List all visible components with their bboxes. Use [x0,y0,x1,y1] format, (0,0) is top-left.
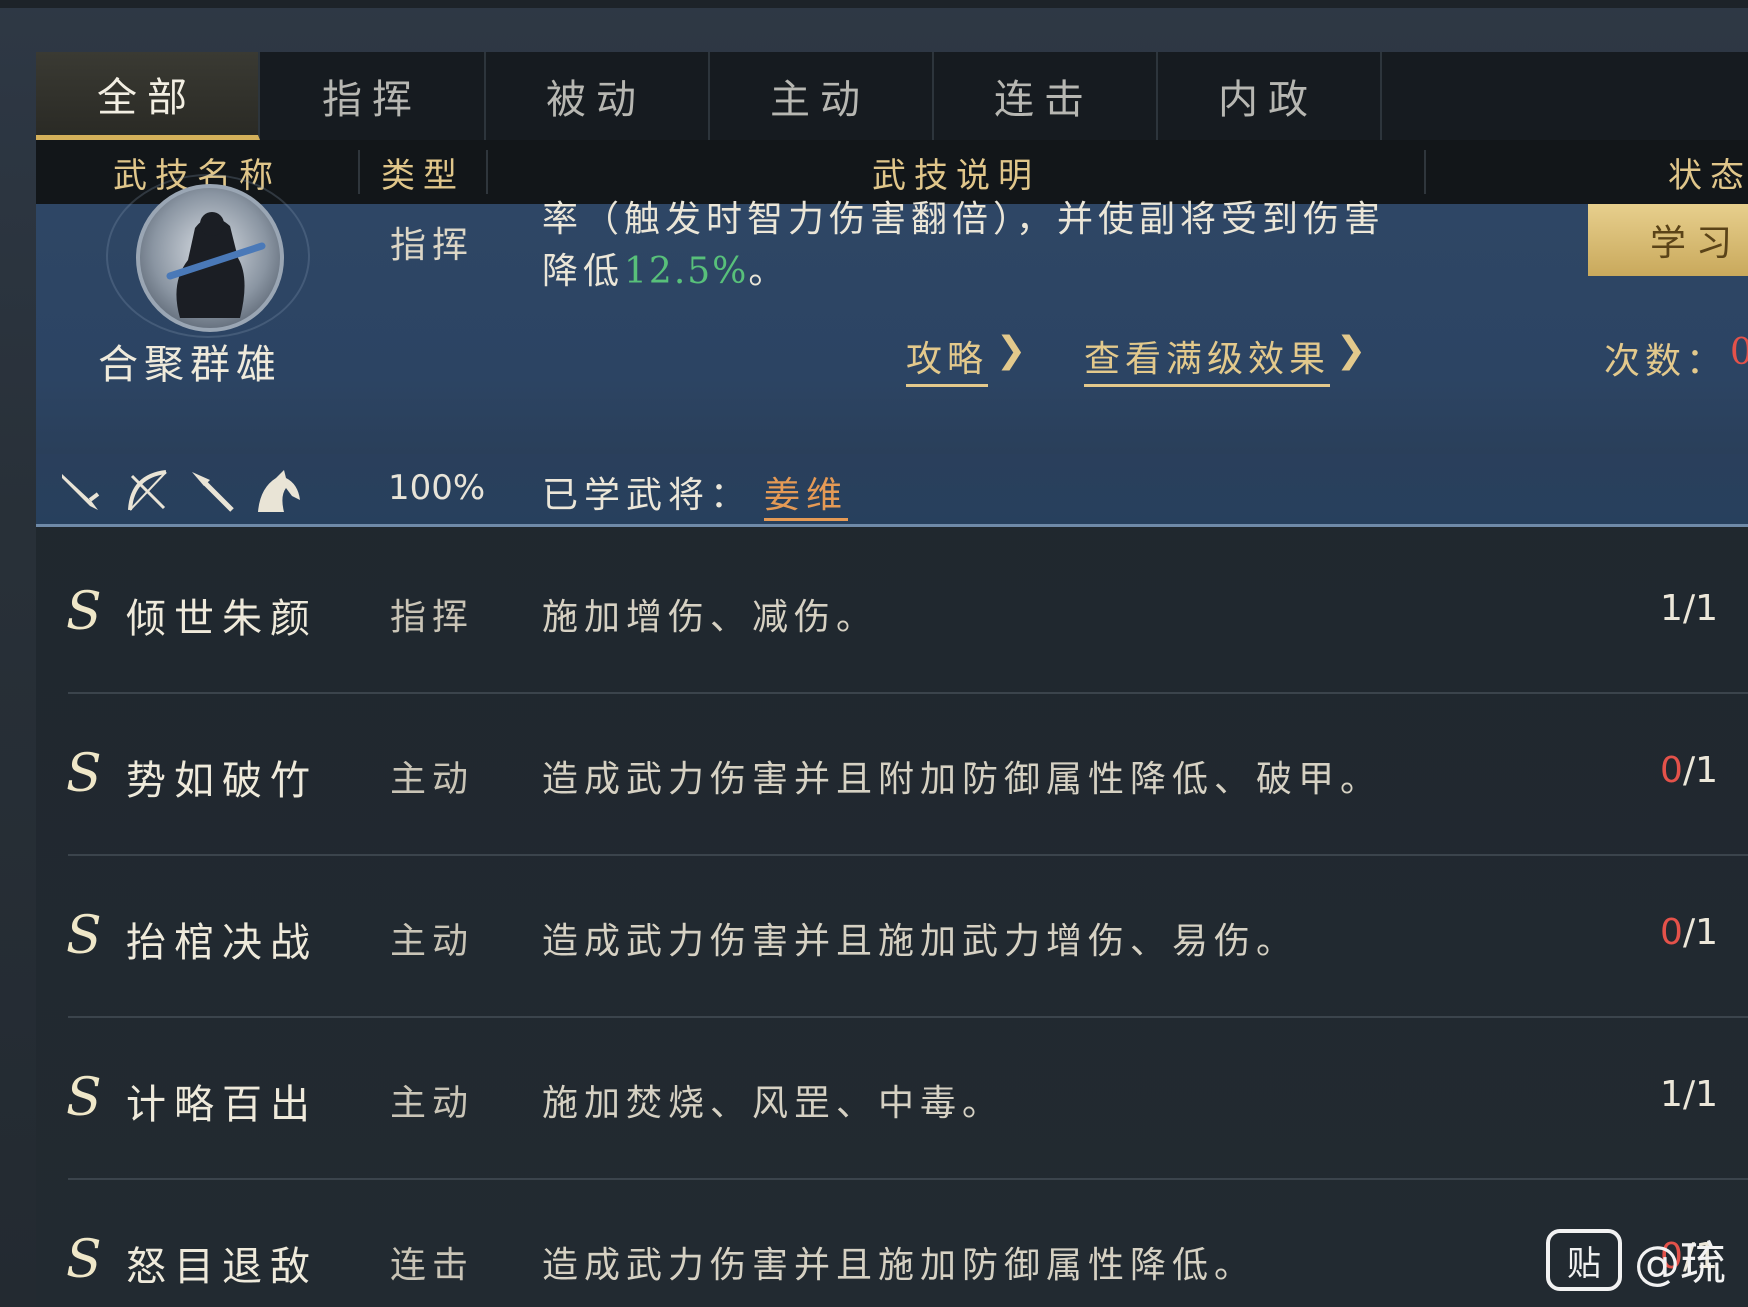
skill-row[interactable]: S 计略百出 主动 施加焚烧、风罡、中毒。 1/1 [36,1020,1748,1180]
tab-combo[interactable]: 连击 [932,52,1158,140]
learned-general-link[interactable]: 姜维 [764,466,849,521]
skill-description: 造成武力伤害并且施加武力增伤、易伤。 [542,921,1299,962]
skill-type: 连击 [390,1245,475,1286]
spear-icon [192,472,234,512]
highlight-value: 12.5% [624,251,749,292]
learn-button[interactable]: 学习 [1588,204,1748,276]
skill-emblem [66,174,310,344]
watermark: 贴 @琉 [1546,1227,1726,1293]
grade-badge: S [66,906,102,966]
selected-skill-type: 指挥 [390,225,475,266]
top-bar [0,0,1748,8]
watermark-handle: @琉 [1634,1236,1726,1290]
skill-name: 怒目退敌 [126,1244,318,1290]
skill-row[interactable]: S 怒目退敌 连击 造成武力伤害并且施加防御属性降低。 0/1 [36,1182,1748,1307]
row-divider [68,692,1748,694]
row-divider [68,854,1748,856]
tab-internal[interactable]: 内政 [1156,52,1382,140]
skill-status: 1/1 [1660,1074,1718,1115]
skill-panel: 全部 指挥 被动 主动 连击 内政 武技名称 类型 武技说明 状态 合聚群雄 指… [36,52,1748,1307]
chevron-right-icon: ❯ [1336,330,1367,371]
skill-name: 抬棺决战 [126,920,318,966]
selected-skill-row[interactable]: 合聚群雄 指挥 率（触发时智力伤害翻倍），并使副将受到伤害 降低12.5%。 学… [36,174,1748,454]
skill-row[interactable]: S 势如破竹 主动 造成武力伤害并且附加防御属性降低、破甲。 0/1 [36,696,1748,856]
skill-status: 1/1 [1660,588,1718,629]
horse-icon [258,470,300,512]
skill-description: 造成武力伤害并且附加防御属性降低、破甲。 [542,759,1383,800]
bow-icon [128,470,167,511]
times-value: 0 [1730,332,1748,373]
skill-type: 主动 [390,1083,475,1124]
guide-link[interactable]: 攻略 [906,330,989,387]
grade-badge: S [66,744,102,804]
tab-active[interactable]: 主动 [708,52,934,140]
skill-name: 倾世朱颜 [126,596,318,642]
skill-description: 施加焚烧、风罡、中毒。 [542,1083,1005,1124]
header-type: 类型 [381,155,465,196]
skill-status: 0/1 [1660,912,1718,953]
max-level-effect-link[interactable]: 查看满级效果 [1084,330,1331,387]
sword-icon [62,474,100,510]
skill-type: 指挥 [390,597,475,638]
fit-percent: 100% [388,468,486,508]
selected-skill-description: 率（触发时智力伤害翻倍），并使副将受到伤害 降低12.5%。 [542,199,1386,292]
tab-command[interactable]: 指挥 [260,52,486,140]
skill-row[interactable]: S 抬棺决战 主动 造成武力伤害并且施加武力增伤、易伤。 0/1 [36,858,1748,1018]
category-tabs: 全部 指挥 被动 主动 连击 内政 [36,52,1748,140]
tab-passive[interactable]: 被动 [484,52,710,140]
row-divider [68,1178,1748,1180]
chevron-right-icon: ❯ [996,330,1027,371]
skill-portrait-icon [136,184,284,332]
skill-description: 造成武力伤害并且施加防御属性降低。 [542,1245,1257,1286]
header-status: 状态 [1668,155,1748,196]
skill-type: 主动 [390,759,475,800]
skill-row[interactable]: S 倾世朱颜 指挥 施加增伤、减伤。 1/1 [36,534,1748,694]
grade-badge: S [66,1230,102,1290]
skill-name: 势如破竹 [126,758,318,804]
tab-all[interactable]: 全部 [36,52,260,140]
selected-skill-name: 合聚群雄 [98,342,282,388]
skill-description: 施加增伤、减伤。 [542,597,879,638]
times-label: 次数： [1604,341,1728,382]
skill-status: 0/1 [1660,750,1718,791]
learned-general-label: 已学武将： [542,475,753,516]
grade-badge: S [66,582,102,642]
row-divider [68,1016,1748,1018]
grade-badge: S [66,1068,102,1128]
learned-info-strip: 100% 已学武将： 姜维 [36,454,1748,527]
tieba-logo-icon: 贴 [1546,1229,1622,1291]
skill-type: 主动 [390,921,475,962]
skill-name: 计略百出 [126,1082,318,1128]
